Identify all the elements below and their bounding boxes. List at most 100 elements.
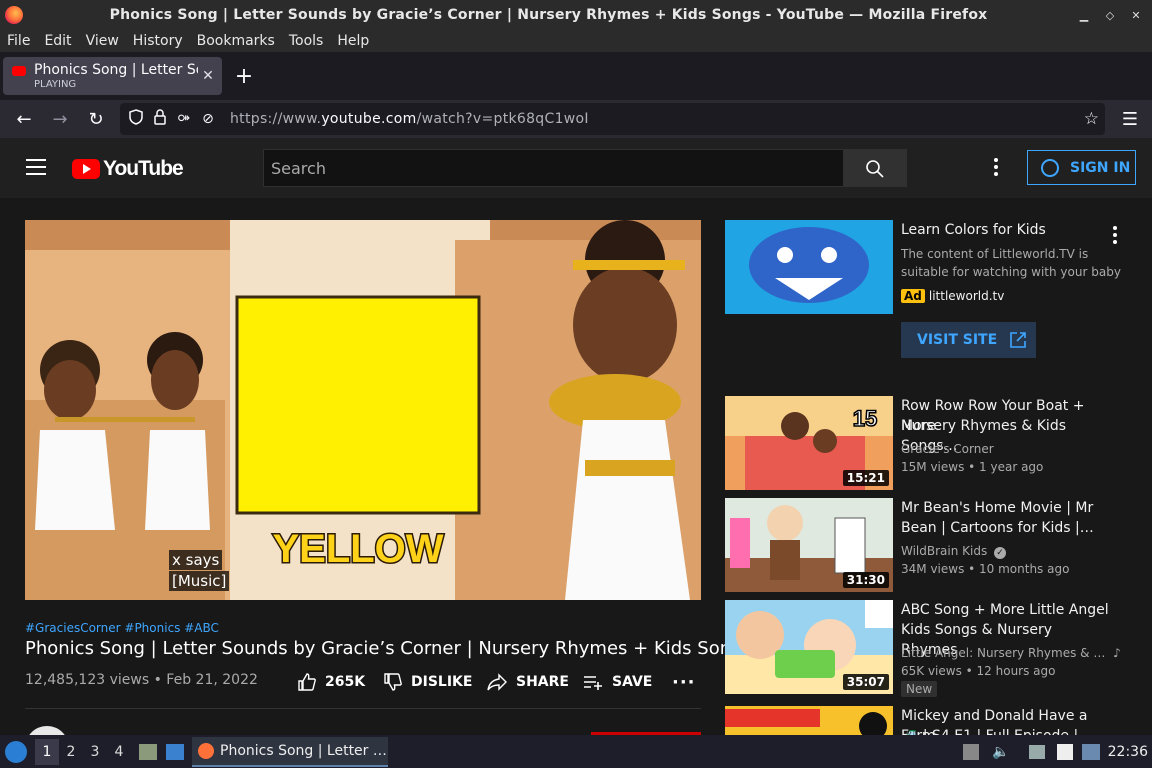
share-button[interactable]: SHARE (486, 672, 569, 692)
shield-icon[interactable] (124, 109, 148, 129)
notes-icon[interactable] (1057, 743, 1073, 760)
video-title: Phonics Song | Letter Sounds by Gracie’s… (25, 638, 752, 659)
video-hashtags[interactable]: #GraciesCorner #Phonics #ABC (25, 621, 219, 635)
maximize-icon[interactable]: ◇ (1100, 9, 1120, 22)
window-titlebar: Phonics Song | Letter Sounds by Gracie’s… (0, 0, 1152, 30)
lock-icon[interactable] (148, 109, 172, 129)
autoplay-blocked-icon[interactable]: ⊘ (196, 111, 220, 127)
url-bar[interactable]: ⚩ ⊘ https://www.youtube.com/watch?v=ptk6… (120, 103, 1105, 135)
ad-title[interactable]: Learn Colors for Kids (901, 220, 1111, 240)
more-actions-icon[interactable]: ··· (672, 672, 696, 693)
desktop-icon[interactable] (166, 743, 184, 760)
clock: 22:36 (1107, 743, 1148, 760)
settings-more-icon[interactable] (994, 158, 1000, 179)
bookmark-star-icon[interactable]: ☆ (1084, 109, 1099, 129)
ad-description-line-1: The content of Littleworld.TV is (901, 247, 1089, 261)
video-duration-2: 31:30 (842, 572, 889, 588)
workspace-2[interactable]: 2 (59, 744, 83, 760)
video-thumbnail-2[interactable]: 31:30 (725, 498, 893, 592)
search-icon (866, 160, 884, 178)
external-link-icon (1010, 332, 1026, 348)
video-meta-1: 15M views • 1 year ago (901, 460, 1044, 474)
search-button[interactable] (843, 149, 907, 187)
video-thumbnail-3[interactable]: 35:07 (725, 600, 893, 694)
video-player[interactable]: YELLOW x says [Music] (25, 220, 701, 600)
sign-in-button[interactable]: SIGN IN (1027, 150, 1136, 185)
channel-avatar[interactable] (25, 726, 69, 735)
video-title-2b[interactable]: Bean | Cartoons for Kids |… (901, 518, 1111, 538)
menu-edit[interactable]: Edit (37, 33, 78, 49)
visit-site-button[interactable]: VISIT SITE (901, 322, 1036, 358)
video-meta-3: 65K views • 12 hours ago (901, 664, 1056, 678)
minimize-icon[interactable]: ▁ (1074, 9, 1094, 22)
file-manager-icon[interactable] (139, 743, 157, 760)
menu-history[interactable]: History (126, 33, 190, 49)
workspace-3[interactable]: 3 (83, 744, 107, 760)
workspace-4[interactable]: 4 (107, 744, 131, 760)
divider (25, 708, 701, 709)
svg-text:15: 15 (853, 406, 877, 431)
ad-domain-row: Ad littleworld.tv (901, 289, 1004, 303)
svg-text:YELLOW: YELLOW (272, 527, 443, 571)
close-tab-icon[interactable]: ✕ (198, 68, 218, 84)
workspace-1[interactable]: 1 (35, 738, 59, 765)
menu-file[interactable]: File (0, 33, 37, 49)
guide-menu-icon[interactable] (26, 159, 46, 180)
reload-icon[interactable]: ↻ (78, 109, 114, 130)
video-title-3a[interactable]: ABC Song + More Little Angel (901, 600, 1111, 620)
menu-help[interactable]: Help (330, 33, 376, 49)
url-text[interactable]: https://www.youtube.com/watch?v=ptk68qC1… (230, 111, 589, 127)
ad-domain: littleworld.tv (928, 289, 1005, 303)
add-to-playlist-icon (584, 676, 602, 690)
save-button[interactable]: SAVE (582, 672, 652, 692)
tab-active[interactable]: Phonics Song | Letter Sounds by Gracie’s… (3, 57, 222, 95)
close-window-icon[interactable]: ✕ (1126, 9, 1146, 22)
permissions-icon[interactable]: ⚩ (172, 111, 196, 127)
video-title-4b[interactable]: 🚜 | S4 E1 | Full Episode | Mick… (901, 726, 1111, 735)
video-duration-1: 15:21 (842, 470, 889, 486)
volume-icon[interactable]: 🔈 (992, 744, 1009, 760)
video-duration-3: 35:07 (842, 674, 889, 690)
video-title-2a[interactable]: Mr Bean's Home Movie | Mr (901, 498, 1111, 518)
verified-icon: ✓ (994, 547, 1007, 559)
ad-thumbnail[interactable] (725, 220, 893, 314)
video-channel-2[interactable]: WildBrain Kids ✓ (901, 544, 1007, 559)
ad-badge: Ad (901, 289, 925, 303)
video-channel-3[interactable]: Little Angel: Nursery Rhymes & … ♪ (901, 646, 1121, 660)
youtube-header: YouTube Search SIGN IN (0, 138, 1152, 198)
video-channel-1[interactable]: Gracie's Corner (901, 442, 994, 456)
like-button[interactable]: 265K (297, 672, 365, 692)
video-meta-2: 34M views • 10 months ago (901, 562, 1070, 576)
menu-bar: File Edit View History Bookmarks Tools H… (0, 30, 1152, 52)
thumbs-down-icon (384, 673, 402, 691)
menu-tools[interactable]: Tools (282, 33, 331, 49)
ad-description-line-2: suitable for watching with your baby (901, 265, 1121, 279)
thumbs-up-icon (298, 673, 316, 691)
taskbar-firefox-task[interactable]: Phonics Song | Letter … (192, 736, 388, 767)
back-icon[interactable]: ← (6, 109, 42, 130)
dislike-button[interactable]: DISLIKE (383, 672, 472, 692)
tab-playing-status: PLAYING (34, 79, 77, 90)
youtube-logo[interactable]: YouTube (72, 157, 184, 181)
window-title: Phonics Song | Letter Sounds by Gracie’s… (109, 7, 988, 23)
youtube-play-icon (72, 159, 100, 179)
navigation-toolbar: ← → ↻ ⚩ ⊘ https://www.youtube.com/watch?… (0, 100, 1152, 138)
app-menu-icon[interactable]: ☰ (1122, 109, 1138, 130)
caption-line-1: x says (169, 550, 223, 570)
network-icon[interactable] (1082, 743, 1100, 760)
new-tab-button[interactable]: + (232, 64, 256, 89)
forward-icon[interactable]: → (42, 109, 78, 130)
video-views-date: 12,485,123 views • Feb 21, 2022 (25, 672, 258, 688)
tray-updates-icon[interactable] (963, 743, 979, 760)
youtube-favicon-icon (12, 66, 26, 76)
menu-view[interactable]: View (79, 33, 126, 49)
clipboard-icon[interactable] (1029, 744, 1045, 759)
start-menu-icon[interactable] (5, 740, 27, 763)
video-thumbnail-4[interactable] (725, 706, 893, 735)
video-thumbnail-1[interactable]: 15 15:21 (725, 396, 893, 490)
new-badge: New (901, 681, 938, 697)
ad-more-icon[interactable] (1113, 226, 1119, 247)
os-taskbar: 1 2 3 4 Phonics Song | Letter … 🔈 22:36 (0, 735, 1152, 768)
menu-bookmarks[interactable]: Bookmarks (190, 33, 282, 49)
search-input[interactable]: Search (263, 149, 844, 187)
